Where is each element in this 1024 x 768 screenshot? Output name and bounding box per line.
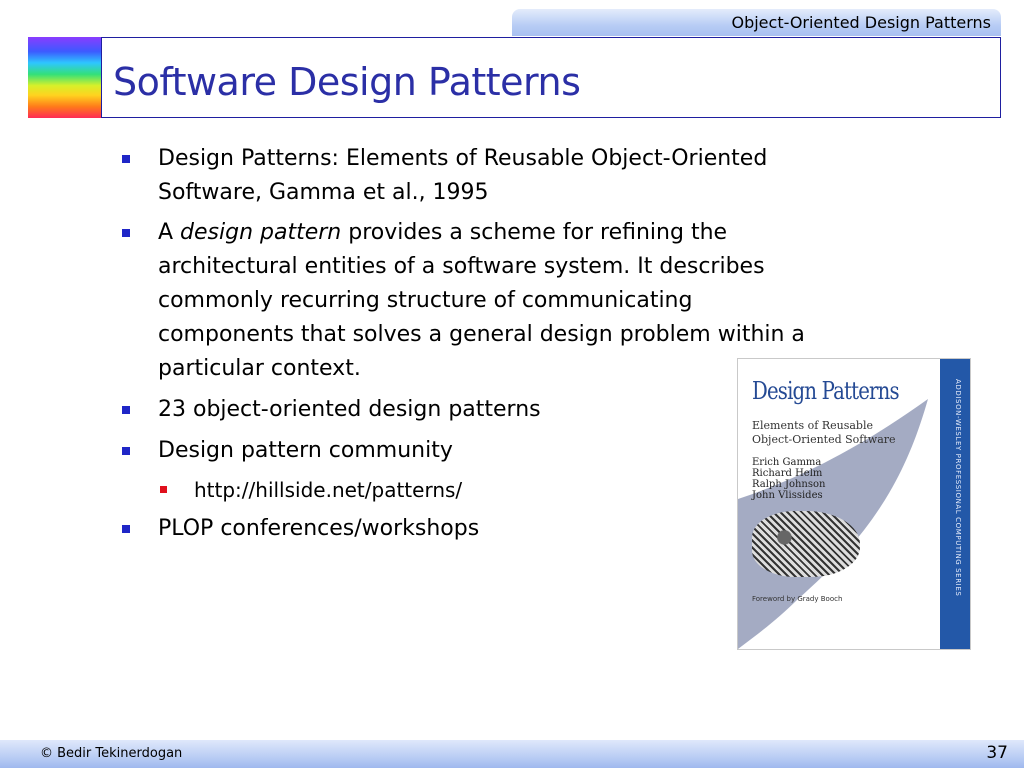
book-author: Erich Gamma [752,457,822,468]
book-authors: Erich Gamma Richard Helm Ralph Johnson J… [752,457,825,501]
bullet-square-icon [122,447,130,455]
book-title: Design Patterns [752,377,900,405]
sub-bullet-link[interactable]: http://hillside.net/patterns/ [194,478,462,502]
bullet-text: PLOP conferences/workshops [158,516,480,541]
book-author: John Vlissides [752,490,823,501]
bullet-prefix: A [158,220,181,245]
book-subtitle-line: Elements of Reusable [752,419,873,432]
header-tab: Object-Oriented Design Patterns [512,9,1001,36]
sub-bullet-item[interactable]: http://hillside.net/patterns/ [160,475,462,505]
bullet-item: 23 object-oriented design patterns [122,393,818,427]
bullet-square-red-icon [160,486,167,493]
bullet-emphasis: design pattern [180,220,342,245]
book-spine: ADDISON-WESLEY PROFESSIONAL COMPUTING SE… [940,359,970,649]
book-author: Richard Helm [752,468,823,479]
bullet-text: Design pattern community [158,438,453,463]
bullet-item: PLOP conferences/workshops [122,512,818,546]
bullet-item: Design pattern community [122,434,818,468]
rainbow-gradient-block [28,37,102,118]
book-subtitle: Elements of Reusable Object-Oriented Sof… [752,419,896,447]
book-author: Ralph Johnson [752,479,826,490]
bullet-text: Design Patterns: Elements of Reusable Ob… [158,146,768,205]
bullet-square-icon [122,155,130,163]
page-number: 37 [986,743,1008,763]
bullet-item: Design Patterns: Elements of Reusable Ob… [122,142,818,210]
course-title: Object-Oriented Design Patterns [731,13,991,32]
bullet-square-icon [122,525,130,533]
bullet-square-icon [122,406,130,414]
book-series: ADDISON-WESLEY PROFESSIONAL COMPUTING SE… [954,379,962,597]
book-subtitle-line: Object-Oriented Software [752,433,896,446]
footer-author: © Bedir Tekinerdogan [40,746,183,761]
book-cover-art [752,511,860,577]
book-cover-image: ADDISON-WESLEY PROFESSIONAL COMPUTING SE… [737,358,971,650]
bullet-square-icon [122,229,130,237]
footer-bar: © Bedir Tekinerdogan 37 [0,740,1024,768]
book-foreword: Foreword by Grady Booch [752,595,843,603]
bullet-item: A design pattern provides a scheme for r… [122,216,818,386]
bullet-text: 23 object-oriented design patterns [158,397,541,422]
slide-title: Software Design Patterns [113,60,581,104]
